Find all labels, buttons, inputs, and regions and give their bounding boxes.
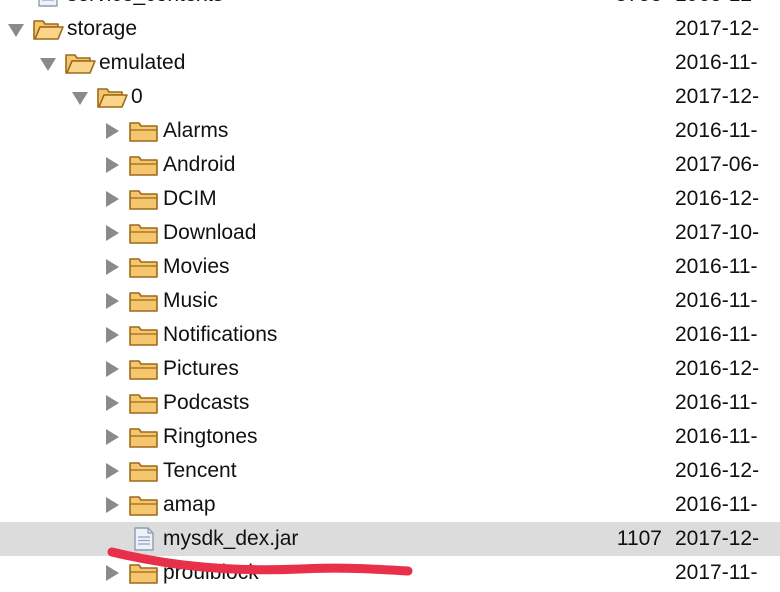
chevron-right-icon[interactable]	[106, 395, 119, 411]
folder-icon	[128, 561, 160, 585]
tree-row-folder[interactable]: DCIM 2016-12-	[0, 182, 780, 216]
chevron-right-icon[interactable]	[106, 293, 119, 309]
chevron-right-icon[interactable]	[106, 157, 119, 173]
tree-row-file[interactable]: service_contexts 3753 1968-12	[0, 0, 780, 12]
chevron-right-icon[interactable]	[106, 225, 119, 241]
tree-row-folder[interactable]: Alarms 2016-11-	[0, 114, 780, 148]
tree-row-folder[interactable]: Ringtones 2016-11-	[0, 420, 780, 454]
tree-item-date: 2017-11-	[675, 561, 758, 584]
tree-item-name: Pictures	[163, 357, 239, 380]
chevron-down-icon[interactable]	[40, 58, 56, 71]
tree-item-date: 2016-11-	[675, 119, 758, 142]
tree-item-date: 2016-12-	[675, 357, 760, 380]
chevron-right-icon[interactable]	[106, 259, 119, 275]
folder-icon	[128, 255, 160, 279]
chevron-down-icon[interactable]	[72, 92, 88, 105]
tree-item-date: 2016-11-	[675, 425, 758, 448]
tree-item-name: Music	[163, 289, 218, 312]
tree-item-date: 2017-12-	[675, 17, 760, 40]
chevron-right-icon[interactable]	[106, 327, 119, 343]
tree-item-date: 2016-11-	[675, 323, 758, 346]
tree-item-name: storage	[67, 17, 138, 40]
tree-item-date: 2016-11-	[675, 493, 758, 516]
folder-icon	[128, 493, 160, 517]
tree-item-name: mysdk_dex.jar	[163, 527, 299, 550]
folder-icon	[128, 459, 160, 483]
tree-row-file[interactable]: mysdk_dex.jar 1107 2017-12-	[0, 522, 780, 556]
folder-open-icon	[32, 17, 64, 41]
chevron-right-icon[interactable]	[106, 565, 119, 581]
tree-row-folder[interactable]: Download 2017-10-	[0, 216, 780, 250]
folder-icon	[128, 391, 160, 415]
tree-row-folder[interactable]: Movies 2016-11-	[0, 250, 780, 284]
folder-icon	[128, 187, 160, 211]
tree-item-date: 2016-12-	[675, 459, 760, 482]
folder-icon	[128, 425, 160, 449]
file-icon	[32, 0, 64, 7]
tree-row-folder[interactable]: prouiblock 2017-11-	[0, 556, 780, 590]
tree-item-name: 0	[131, 85, 143, 108]
folder-icon	[128, 153, 160, 177]
chevron-right-icon[interactable]	[106, 497, 119, 513]
chevron-right-icon[interactable]	[106, 429, 119, 445]
tree-row-folder[interactable]: amap 2016-11-	[0, 488, 780, 522]
tree-item-date: 2016-11-	[675, 289, 758, 312]
tree-item-name: Notifications	[163, 323, 278, 346]
tree-row-folder[interactable]: Pictures 2016-12-	[0, 352, 780, 386]
tree-item-name: DCIM	[163, 187, 217, 210]
tree-row-folder[interactable]: Music 2016-11-	[0, 284, 780, 318]
folder-icon	[128, 119, 160, 143]
tree-item-name: service_contexts	[67, 0, 223, 7]
folder-open-icon	[64, 51, 96, 75]
tree-item-name: amap	[163, 493, 216, 516]
tree-row-folder[interactable]: storage 2017-12-	[0, 12, 780, 46]
tree-row-folder[interactable]: Notifications 2016-11-	[0, 318, 780, 352]
tree-item-date: 2017-10-	[675, 221, 760, 244]
chevron-right-icon[interactable]	[106, 361, 119, 377]
file-icon	[128, 527, 160, 551]
tree-item-name: emulated	[99, 51, 186, 74]
tree-item-date: 2017-12-	[675, 527, 760, 550]
tree-item-date: 2016-11-	[675, 51, 758, 74]
tree-item-date: 2016-11-	[675, 255, 758, 278]
tree-item-name: Android	[163, 153, 236, 176]
folder-open-icon	[96, 85, 128, 109]
tree-item-date: 2016-11-	[675, 391, 758, 414]
chevron-down-icon[interactable]	[8, 24, 24, 37]
tree-item-date: 1968-12	[675, 0, 752, 7]
tree-row-folder[interactable]: Podcasts 2016-11-	[0, 386, 780, 420]
folder-icon	[128, 323, 160, 347]
tree-row-folder[interactable]: emulated 2016-11-	[0, 46, 780, 80]
tree-row-folder[interactable]: Android 2017-06-	[0, 148, 780, 182]
tree-item-date: 2016-12-	[675, 187, 760, 210]
chevron-right-icon[interactable]	[106, 191, 119, 207]
tree-item-name: Download	[163, 221, 257, 244]
tree-item-date: 2017-12-	[675, 85, 760, 108]
tree-item-name: prouiblock	[163, 561, 259, 584]
folder-icon	[128, 357, 160, 381]
tree-item-name: Alarms	[163, 119, 229, 142]
tree-row-folder[interactable]: Tencent 2016-12-	[0, 454, 780, 488]
chevron-right-icon[interactable]	[106, 463, 119, 479]
tree-item-name: Tencent	[163, 459, 237, 482]
folder-icon	[128, 221, 160, 245]
tree-row-folder[interactable]: 0 2017-12-	[0, 80, 780, 114]
tree-item-name: Movies	[163, 255, 230, 278]
tree-item-date: 2017-06-	[675, 153, 760, 176]
tree-item-name: Ringtones	[163, 425, 258, 448]
tree-item-name: Podcasts	[163, 391, 250, 414]
folder-icon	[128, 289, 160, 313]
tree-item-size: 1107	[616, 527, 662, 550]
tree-item-size: 3753	[615, 0, 662, 7]
chevron-right-icon[interactable]	[106, 123, 119, 139]
